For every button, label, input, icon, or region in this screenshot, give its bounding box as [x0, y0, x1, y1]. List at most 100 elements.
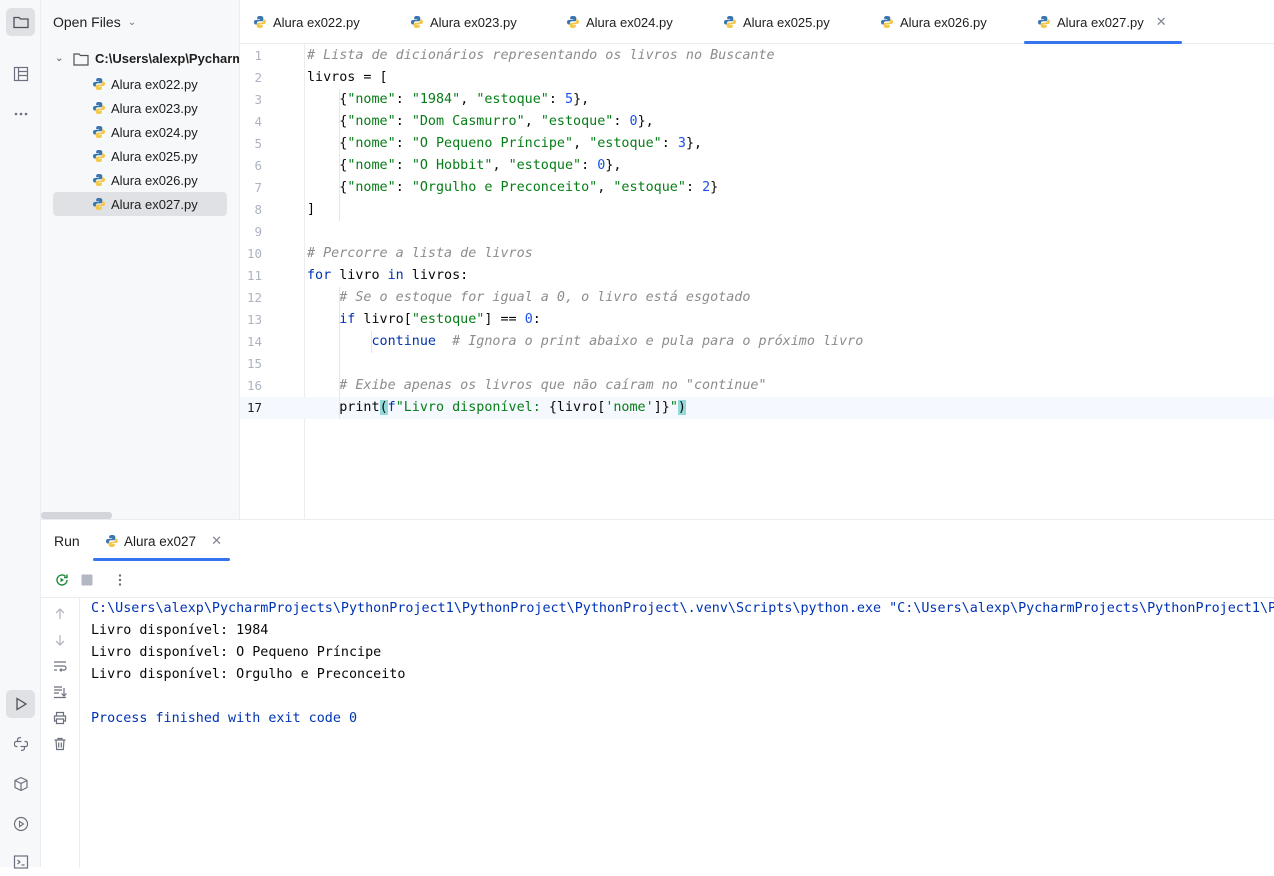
console-line: Process finished with exit code 0	[91, 711, 358, 726]
run-title[interactable]: Run	[54, 533, 80, 549]
line-number: 16	[246, 378, 262, 393]
code-token: "nome"	[347, 136, 396, 151]
code-token: ]	[307, 202, 316, 217]
more-icon[interactable]	[6, 100, 35, 128]
python-console-icon[interactable]	[6, 730, 35, 758]
code-token: {	[307, 136, 348, 151]
console-line: Livro disponível: Orgulho e Preconceito	[91, 667, 406, 682]
code-line[interactable]: 15	[240, 353, 1274, 375]
code-line[interactable]: 17 print(f"Livro disponível: {livro['nom…	[240, 397, 1274, 419]
horizontal-scrollbar[interactable]	[41, 512, 112, 519]
code-line[interactable]: 12 # Se o estoque for igual a 0, o livro…	[240, 287, 1274, 309]
code-line[interactable]: 1 # Lista de dicionários representando os…	[240, 45, 1274, 67]
code-text: {"nome": "O Pequeno Príncipe", "estoque"…	[307, 133, 702, 155]
code-line[interactable]: 2 livros = [	[240, 67, 1274, 89]
code-token: :	[395, 180, 412, 195]
code-line[interactable]: 3 {"nome": "1984", "estoque": 5},	[240, 89, 1274, 111]
python-packages-icon[interactable]	[6, 770, 35, 798]
open-files-dropdown[interactable]: Open Files ⌄	[53, 14, 136, 30]
python-file-icon	[93, 102, 105, 114]
code-token: "Dom Casmurro"	[411, 114, 525, 129]
code-token: for	[307, 268, 332, 283]
stop-icon[interactable]	[79, 572, 95, 588]
project-panel: Open Files ⌄ ⌄ C:\Users\alexp\PycharmPro…	[41, 0, 240, 519]
code-token: ]}	[653, 400, 670, 415]
line-number: 8	[254, 202, 262, 217]
editor-tab-label: Alura ex022.py	[273, 14, 360, 30]
trash-icon[interactable]	[52, 736, 68, 752]
code-text: {"nome": "O Hobbit", "estoque": 0},	[307, 155, 621, 177]
code-token: f	[387, 400, 396, 415]
print-icon[interactable]	[52, 710, 68, 726]
tree-file-item[interactable]: Alura ex025.py	[53, 144, 227, 168]
editor-tab[interactable]: Alura ex026.py	[880, 0, 987, 44]
close-icon[interactable]: ✕	[211, 533, 222, 549]
code-line[interactable]: 4 {"nome": "Dom Casmurro", "estoque": 0}…	[240, 111, 1274, 133]
tool-window-strip	[0, 0, 41, 869]
code-token: # Ignora o print abaixo e pula para o pr…	[452, 334, 864, 349]
soft-wrap-icon[interactable]	[52, 658, 68, 674]
structure-icon[interactable]	[6, 60, 35, 88]
code-text: # Percorre a lista de livros	[307, 243, 533, 265]
console-output[interactable]: C:\Users\alexp\PycharmProjects\PythonPro…	[91, 598, 1274, 730]
expand-arrow-icon[interactable]: ⌄	[55, 53, 67, 64]
code-line[interactable]: 13 if livro["estoque"] == 0:	[240, 309, 1274, 331]
arrow-up-icon[interactable]	[52, 606, 68, 622]
run-config-tab[interactable]: Alura ex027 ✕	[105, 533, 222, 549]
editor-tab[interactable]: Alura ex022.py	[253, 0, 360, 44]
code-token: }	[710, 180, 719, 195]
code-line[interactable]: 11 for livro in livros:	[240, 265, 1274, 287]
code-editor[interactable]: 1 # Lista de dicionários representando os…	[240, 44, 1274, 519]
tree-file-item[interactable]: Alura ex022.py	[53, 72, 227, 96]
scroll-to-end-icon[interactable]	[52, 684, 68, 700]
code-token: "1984"	[411, 92, 461, 107]
code-line[interactable]: 5 {"nome": "O Pequeno Príncipe", "estoqu…	[240, 133, 1274, 155]
code-token: livros:	[403, 268, 469, 283]
code-token: ] ==	[484, 312, 525, 327]
line-number: 4	[254, 114, 262, 129]
editor-tab[interactable]: Alura ex027.py ✕	[1024, 0, 1182, 44]
python-file-icon	[93, 126, 105, 138]
tree-file-item[interactable]: Alura ex026.py	[53, 168, 227, 192]
python-file-icon	[106, 535, 118, 547]
folder-icon[interactable]	[6, 8, 35, 36]
close-icon[interactable]: ✕	[1156, 14, 1167, 30]
arrow-down-icon[interactable]	[52, 632, 68, 648]
code-token: (	[379, 400, 388, 415]
line-number: 15	[246, 356, 262, 371]
code-token: ,	[597, 180, 614, 195]
code-token: :	[685, 180, 703, 195]
editor-tabs: Alura ex022.py Alura ex023.py Alura ex024.…	[240, 0, 1274, 44]
tree-file-item[interactable]: Alura ex027.py	[53, 192, 227, 216]
terminal-icon[interactable]	[6, 848, 35, 876]
editor-tab[interactable]: Alura ex024.py	[566, 0, 673, 44]
more-options-icon[interactable]	[112, 572, 128, 588]
code-line[interactable]: 10 # Percorre a lista de livros	[240, 243, 1274, 265]
tree-file-item[interactable]: Alura ex024.py	[53, 120, 227, 144]
code-line[interactable]: 7 {"nome": "Orgulho e Preconceito", "est…	[240, 177, 1274, 199]
code-text: livros = [	[307, 67, 388, 89]
python-file-icon	[567, 16, 579, 28]
run-icon[interactable]	[6, 690, 35, 718]
rerun-icon[interactable]	[54, 572, 70, 588]
code-token: :	[395, 136, 412, 151]
code-line[interactable]: 14 continue # Ignora o print abaixo e pu…	[240, 331, 1274, 353]
code-token: 3	[677, 136, 686, 151]
tree-root-folder[interactable]: ⌄ C:\Users\alexp\PycharmProjects	[55, 51, 239, 66]
editor-tab[interactable]: Alura ex023.py	[410, 0, 517, 44]
code-line[interactable]: 6 {"nome": "O Hobbit", "estoque": 0},	[240, 155, 1274, 177]
services-icon[interactable]	[6, 810, 35, 838]
tree-file-label: Alura ex024.py	[111, 124, 198, 140]
python-file-icon	[93, 150, 105, 162]
console-line: C:\Users\alexp\PycharmProjects\PythonPro…	[91, 601, 1274, 616]
code-line[interactable]: 16 # Exibe apenas os livros que não caír…	[240, 375, 1274, 397]
code-token: "estoque"	[613, 180, 686, 195]
code-line[interactable]: 8]	[240, 199, 1274, 221]
tree-file-item[interactable]: Alura ex023.py	[53, 96, 227, 120]
editor-tab[interactable]: Alura ex025.py	[723, 0, 830, 44]
code-token: {livro[	[548, 400, 606, 415]
code-line[interactable]: 9	[240, 221, 1274, 243]
code-token: },	[637, 114, 654, 129]
